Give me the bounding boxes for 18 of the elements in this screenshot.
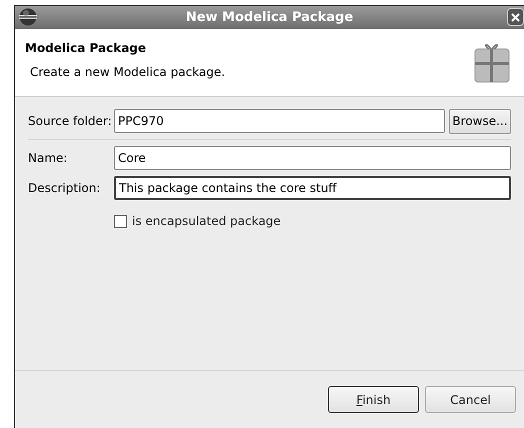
checkbox-label: is encapsulated package	[132, 213, 281, 230]
checkbox[interactable]	[114, 214, 127, 228]
browse-button[interactable]: Browse...	[449, 108, 511, 134]
input-field[interactable]: This package contains the core stuff	[114, 176, 511, 200]
close-icon	[511, 12, 520, 22]
field-label: Source folder:	[28, 113, 110, 130]
dialog-button[interactable]: Finish	[328, 386, 419, 413]
field-label: Description:	[28, 180, 102, 197]
gift-icon	[474, 41, 510, 83]
app-icon	[19, 8, 37, 26]
input-field[interactable]: Core	[114, 146, 511, 170]
header-description: Create a new Modelica package.	[29, 64, 226, 81]
close-button[interactable]	[507, 8, 524, 26]
window-title: New Modelica Package	[186, 8, 354, 27]
input-field[interactable]: PPC970	[114, 109, 445, 133]
field-label: Name:	[28, 150, 68, 167]
dialog-button[interactable]: Cancel	[425, 386, 516, 413]
header-title: Modelica Package	[25, 40, 148, 57]
